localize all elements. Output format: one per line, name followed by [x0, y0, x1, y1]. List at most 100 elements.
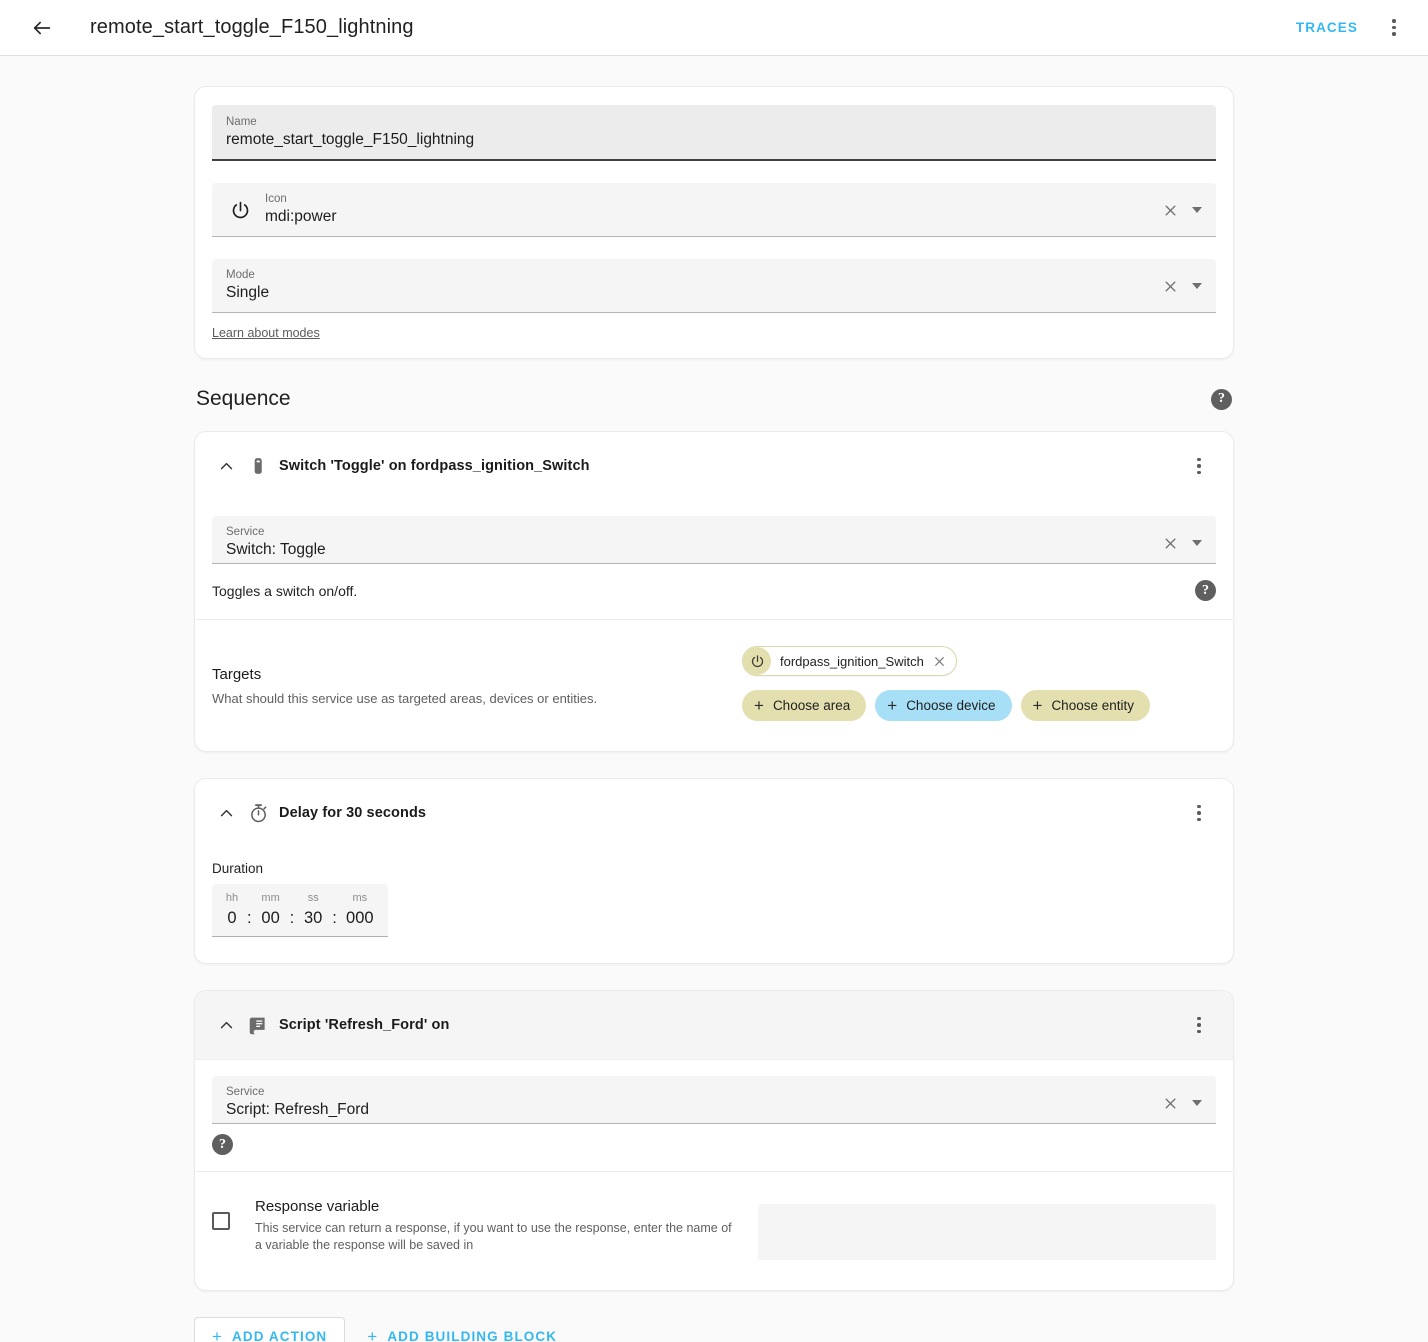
duration-hours[interactable]: hh 0: [224, 890, 240, 930]
close-icon: [1163, 1096, 1178, 1111]
duration-hours-unit: hh: [226, 890, 238, 906]
more-vert-icon-dot: [1197, 471, 1201, 475]
sequence-header: Sequence ?: [194, 387, 1234, 411]
more-vert-icon-dot: [1392, 19, 1396, 23]
response-variable-input[interactable]: [758, 1204, 1216, 1260]
add-building-block-button[interactable]: + ADD BUILDING BLOCK: [355, 1317, 569, 1342]
mode-field-clear-button[interactable]: [1163, 279, 1178, 294]
action-body: Service Script: Refresh_Ford: [195, 1060, 1233, 1124]
choose-area-label: Choose area: [773, 698, 850, 713]
more-vert-icon-dot: [1392, 26, 1396, 30]
service-field[interactable]: Service Script: Refresh_Ford: [212, 1076, 1216, 1124]
service-field-dropdown-button[interactable]: [1192, 1100, 1202, 1106]
collapse-toggle-button[interactable]: [209, 796, 243, 830]
response-variable-subtitle: This service can return a response, if y…: [255, 1220, 738, 1254]
more-vert-icon-dot: [1197, 464, 1201, 468]
duration-hours-value: 0: [227, 906, 236, 930]
app-bar-overflow-button[interactable]: [1374, 8, 1414, 48]
close-icon: [1163, 203, 1178, 218]
name-field[interactable]: Name remote_start_toggle_F150_lightning: [212, 105, 1216, 161]
mode-field-main: Mode Single: [226, 268, 1151, 304]
response-variable-info: Response variable This service can retur…: [238, 1198, 738, 1254]
add-action-label: ADD ACTION: [232, 1329, 327, 1342]
more-vert-icon-dot: [1197, 805, 1201, 809]
action-overflow-button[interactable]: [1179, 793, 1219, 833]
script-glyph: [248, 1015, 269, 1036]
service-field-actions: [1151, 1096, 1202, 1111]
choose-device-label: Choose device: [906, 698, 995, 713]
add-action-button[interactable]: + ADD ACTION: [194, 1317, 345, 1342]
icon-field-dropdown-button[interactable]: [1192, 207, 1202, 213]
action-title: Switch 'Toggle' on fordpass_ignition_Swi…: [279, 458, 1173, 474]
duration-separator: :: [283, 906, 302, 930]
traces-link[interactable]: TRACES: [1286, 12, 1368, 43]
duration-input-group[interactable]: hh 0 : mm 00 : ss 30 : ms 000: [212, 884, 388, 937]
help-icon[interactable]: ?: [212, 1134, 233, 1155]
mode-field-dropdown-button[interactable]: [1192, 283, 1202, 289]
action-card-script: Script 'Refresh_Ford' on Service Script:…: [194, 990, 1234, 1291]
chevron-down-icon: [1192, 207, 1202, 213]
mode-field[interactable]: Mode Single: [212, 259, 1216, 313]
power-icon: [743, 647, 771, 675]
help-icon[interactable]: ?: [1195, 580, 1216, 601]
script-help-row: ?: [195, 1124, 1233, 1172]
action-overflow-button[interactable]: [1179, 1005, 1219, 1045]
target-entity-label: fordpass_ignition_Switch: [780, 654, 924, 669]
icon-field-main: Icon mdi:power: [265, 192, 1151, 228]
collapse-toggle-button[interactable]: [209, 449, 243, 483]
chevron-down-icon: [1192, 283, 1202, 289]
back-button[interactable]: [22, 8, 62, 48]
icon-field[interactable]: Icon mdi:power: [212, 183, 1216, 237]
icon-field-label: Icon: [265, 192, 1151, 206]
more-vert-icon-dot: [1392, 32, 1396, 36]
duration-seconds-value: 30: [304, 906, 322, 930]
duration-milliseconds[interactable]: ms 000: [344, 890, 376, 930]
duration-separator: :: [325, 906, 344, 930]
targets-title: Targets: [212, 666, 722, 683]
action-title: Script 'Refresh_Ford' on: [279, 1017, 1173, 1033]
duration-milliseconds-unit: ms: [352, 890, 367, 906]
targets-info: Targets What should this service use as …: [212, 646, 722, 721]
action-overflow-button[interactable]: [1179, 446, 1219, 486]
more-vert-icon-dot: [1197, 1030, 1201, 1034]
response-variable-checkbox[interactable]: [212, 1212, 230, 1230]
chevron-up-icon: [218, 458, 235, 475]
learn-about-modes-link[interactable]: Learn about modes: [212, 326, 320, 340]
choose-entity-button[interactable]: + Choose entity: [1021, 690, 1151, 721]
collapse-toggle-button[interactable]: [209, 1008, 243, 1042]
script-icon: [245, 1012, 271, 1038]
choose-area-button[interactable]: + Choose area: [742, 690, 866, 721]
script-config-card: Name remote_start_toggle_F150_lightning …: [194, 86, 1234, 359]
action-header: Delay for 30 seconds: [195, 779, 1233, 847]
action-header: Switch 'Toggle' on fordpass_ignition_Swi…: [195, 432, 1233, 500]
help-icon[interactable]: ?: [1211, 389, 1232, 410]
action-body: Service Switch: Toggle: [195, 500, 1233, 564]
target-entity-remove-button[interactable]: [933, 655, 946, 668]
chevron-up-icon: [218, 1017, 235, 1034]
service-field-value: Switch: Toggle: [226, 539, 1151, 561]
timer-icon: [245, 800, 271, 826]
sequence-title: Sequence: [196, 387, 291, 411]
close-icon: [1163, 536, 1178, 551]
duration-minutes[interactable]: mm 00: [259, 890, 283, 930]
service-description: Toggles a switch on/off.: [212, 583, 357, 599]
targets-section: Targets What should this service use as …: [195, 620, 1233, 751]
icon-field-clear-button[interactable]: [1163, 203, 1178, 218]
duration-label: Duration: [212, 861, 1216, 876]
response-variable-title: Response variable: [255, 1198, 738, 1215]
choose-device-button[interactable]: + Choose device: [875, 690, 1011, 721]
target-entity-chip[interactable]: fordpass_ignition_Switch: [742, 646, 957, 676]
service-field[interactable]: Service Switch: Toggle: [212, 516, 1216, 564]
footer-actions: + ADD ACTION + ADD BUILDING BLOCK: [194, 1317, 1234, 1342]
service-field-clear-button[interactable]: [1163, 536, 1178, 551]
service-field-dropdown-button[interactable]: [1192, 540, 1202, 546]
more-vert-icon-dot: [1197, 1023, 1201, 1027]
plus-icon: +: [367, 1328, 378, 1342]
duration-minutes-unit: mm: [261, 890, 279, 906]
mode-field-value: Single: [226, 282, 1151, 304]
page-scroll-area: Name remote_start_toggle_F150_lightning …: [0, 56, 1428, 1342]
close-icon: [933, 655, 946, 668]
service-field-clear-button[interactable]: [1163, 1096, 1178, 1111]
duration-seconds[interactable]: ss 30: [301, 890, 325, 930]
name-field-main: Name remote_start_toggle_F150_lightning: [226, 115, 1202, 151]
